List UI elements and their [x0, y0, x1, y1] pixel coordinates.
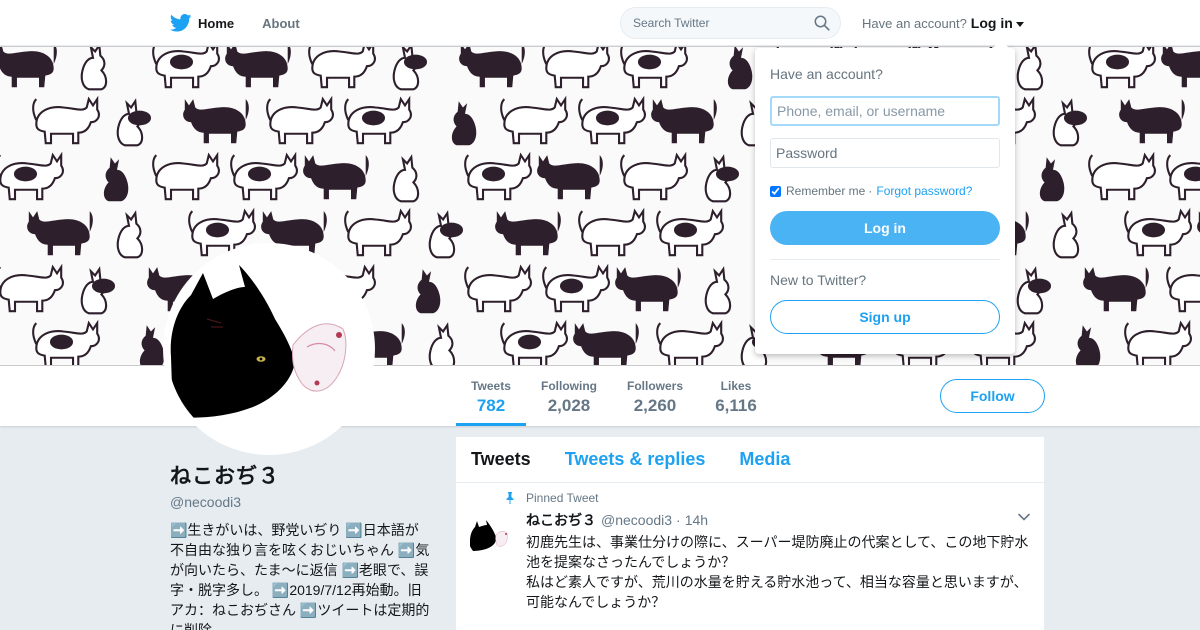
profile-info: ねこおぢ３ @necoodi3 ➡️生きがいは、野党いぢり ➡️日本語が不自由な…	[170, 460, 430, 630]
tweet-author-handle[interactable]: @necoodi3	[601, 512, 672, 528]
pinned-indicator: Pinned Tweet	[506, 491, 1032, 505]
search-icon[interactable]	[814, 15, 830, 31]
signup-button[interactable]: Sign up	[770, 300, 1000, 334]
stat-likes-label: Likes	[720, 379, 752, 393]
stat-followers[interactable]: Followers 2,260	[623, 366, 687, 426]
tweet-avatar[interactable]	[468, 515, 512, 559]
new-to-twitter-text: New to Twitter?	[770, 272, 867, 288]
pin-icon	[506, 492, 514, 504]
stat-likes[interactable]: Likes 6,116	[708, 366, 764, 426]
remember-row: Remember me · Forgot password?	[770, 184, 1000, 198]
tweet-author-name[interactable]: ねこおぢ３	[526, 510, 596, 530]
stat-tweets-label: Tweets	[471, 379, 511, 393]
login-menu-toggle[interactable]: Log in	[971, 15, 1024, 31]
login-menu-label: Log in	[970, 15, 1013, 31]
timeline-tabs: Tweets Tweets & replies Media	[456, 437, 1044, 483]
timeline: Tweets Tweets & replies Media Pinned Twe…	[456, 437, 1044, 630]
dropdown-divider	[770, 259, 1000, 260]
tab-tweets-and-replies[interactable]: Tweets & replies	[565, 449, 706, 470]
tweet-avatar-image	[468, 515, 512, 559]
nav-home-label: Home	[198, 15, 235, 31]
tweet-timestamp[interactable]: 14h	[685, 512, 708, 528]
profile-bio: ➡️生きがいは、野党いぢり ➡️日本語が不自由な独り言を呟くおじいちゃん ➡️気…	[170, 522, 430, 630]
nav-left: Home About	[170, 0, 328, 46]
black-cat-butterfly-image	[167, 247, 371, 451]
password-field[interactable]	[770, 138, 1000, 168]
tweet-header: ねこおぢ３ @necoodi3 · 14h	[526, 510, 1032, 530]
nav-about-label: About	[262, 15, 300, 31]
search-box[interactable]	[620, 7, 841, 39]
login-dropdown: Have an account? Remember me · Forgot pa…	[755, 40, 1015, 354]
profile-handle[interactable]: @necoodi3	[170, 494, 430, 510]
pinned-label: Pinned Tweet	[526, 491, 599, 505]
stat-followers-label: Followers	[626, 379, 683, 393]
stat-following[interactable]: Following 2,028	[537, 366, 601, 426]
profile-name: ねこおぢ３	[170, 465, 280, 488]
follow-button[interactable]: Follow	[940, 379, 1045, 413]
nav-home[interactable]: Home	[170, 14, 234, 32]
stat-following-value: 2,028	[547, 396, 591, 415]
chevron-down-icon[interactable]	[1018, 513, 1030, 521]
tab-media[interactable]: Media	[739, 449, 790, 470]
remember-dot: ·	[868, 184, 873, 198]
tweet-text: 初鹿先生は、事業仕分けの際に、スーパー堤防廃止の代案として、この地下貯水池を提案…	[526, 534, 1029, 610]
tab-tweets[interactable]: Tweets	[471, 449, 531, 470]
login-dropdown-title: Have an account?	[770, 66, 883, 82]
forgot-password-link[interactable]: Forgot password?	[876, 184, 972, 198]
stat-following-label: Following	[541, 379, 597, 393]
remember-me-label[interactable]: Remember me	[786, 184, 865, 198]
twitter-bird-icon	[170, 14, 192, 32]
caret-down-icon	[1015, 21, 1024, 27]
stat-tweets[interactable]: Tweets 782	[456, 366, 526, 426]
stat-followers-value: 2,260	[633, 396, 677, 415]
stat-likes-value: 6,116	[715, 396, 757, 415]
stat-tweets-value: 782	[476, 396, 506, 415]
nav-about[interactable]: About	[262, 16, 300, 31]
username-field[interactable]	[770, 96, 1000, 126]
tweet-dot-separator: ·	[676, 512, 681, 528]
remember-me-checkbox[interactable]	[770, 185, 781, 197]
have-account-text: Have an account?	[862, 15, 967, 31]
profile-avatar[interactable]	[163, 243, 375, 455]
top-nav: Home About Have an account? Log in	[0, 0, 1200, 46]
pinned-tweet[interactable]: Pinned Tweet ねこおぢ３ @necoodi3 · 14h 初鹿先生は…	[456, 483, 1044, 612]
login-button[interactable]: Log in	[770, 211, 1000, 245]
search-input[interactable]	[633, 16, 803, 30]
